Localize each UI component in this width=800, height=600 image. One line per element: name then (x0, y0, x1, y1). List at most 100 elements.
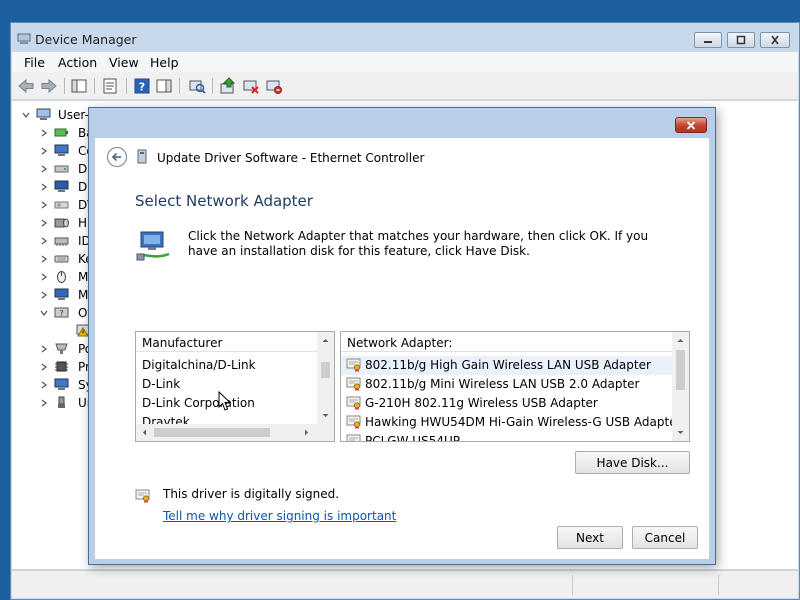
manufacturer-horizontal-scrollbar[interactable] (136, 424, 334, 441)
manufacturer-list[interactable]: Manufacturer Digitalchina/D-Link D-Link … (135, 331, 335, 442)
adapter-vertical-scrollbar[interactable] (672, 332, 689, 441)
usb-icon (58, 396, 65, 408)
chevron-right-icon[interactable] (40, 129, 48, 137)
battery-icon (54, 128, 68, 137)
back-arrow-icon[interactable] (17, 77, 35, 95)
menu-file[interactable]: File (24, 55, 45, 70)
close-button[interactable] (760, 32, 790, 48)
have-disk-button[interactable]: Have Disk... (575, 451, 690, 474)
chevron-down-icon[interactable] (22, 111, 30, 119)
chevron-right-icon[interactable] (40, 165, 48, 173)
certificate-icon (346, 415, 361, 429)
scroll-down-icon[interactable] (672, 424, 689, 441)
chevron-right-icon[interactable] (40, 255, 48, 263)
close-icon (771, 35, 779, 45)
update-driver-icon[interactable] (219, 77, 237, 95)
cancel-button[interactable]: Cancel (632, 526, 698, 549)
display-adapter-icon (54, 180, 69, 192)
certificate-icon (346, 396, 361, 410)
scroll-down-icon[interactable] (317, 407, 334, 424)
computer-icon (36, 108, 51, 120)
signed-status-text: This driver is digitally signed. (163, 487, 340, 501)
disable-device-icon[interactable] (242, 77, 260, 95)
monitor-icon (54, 288, 69, 300)
scrollbar-thumb[interactable] (154, 428, 270, 437)
scrollbar-thumb[interactable] (676, 350, 685, 390)
next-button[interactable]: Next (557, 526, 623, 549)
computer-icon (54, 144, 69, 156)
certificate-icon (346, 358, 361, 372)
chevron-right-icon[interactable] (40, 183, 48, 191)
list-item[interactable]: G-210H 802.11g Wireless USB Adapter (341, 394, 672, 413)
tree-item-ethernet-controller[interactable] (12, 322, 92, 340)
list-item[interactable]: PCLGW-US54UP (341, 432, 672, 441)
dialog-body: Update Driver Software - Ethernet Contro… (95, 138, 709, 559)
chevron-right-icon[interactable] (40, 201, 48, 209)
forward-arrow-icon[interactable] (40, 77, 58, 95)
menu-view[interactable]: View (109, 55, 139, 70)
menu-help[interactable]: Help (150, 55, 179, 70)
manufacturer-header: Manufacturer (136, 332, 317, 352)
device-manager-icon (17, 33, 31, 44)
dialog-title: Update Driver Software - Ethernet Contro… (157, 151, 425, 165)
chevron-right-icon[interactable] (40, 273, 48, 281)
scrollbar-thumb[interactable] (321, 362, 330, 378)
uninstall-device-icon[interactable] (265, 77, 283, 95)
system-devices-icon (54, 378, 69, 390)
scroll-up-icon[interactable] (672, 332, 689, 349)
dialog-close-button[interactable] (675, 117, 707, 133)
chevron-right-icon[interactable] (40, 345, 48, 353)
dvd-drive-icon (54, 201, 69, 209)
menu-bar: File Action View Help (12, 52, 798, 72)
network-adapter-icon (136, 231, 170, 261)
minimize-icon (704, 41, 712, 43)
status-bar (12, 570, 798, 598)
chevron-right-icon[interactable] (40, 147, 48, 155)
toolbar: ? (12, 72, 798, 100)
certificate-icon (135, 489, 150, 503)
chevron-right-icon[interactable] (40, 381, 48, 389)
chevron-right-icon[interactable] (40, 237, 48, 245)
list-item[interactable]: Digitalchina/D-Link (136, 356, 317, 375)
scroll-up-icon[interactable] (317, 332, 334, 349)
chevron-right-icon[interactable] (40, 291, 48, 299)
svg-text:?: ? (139, 81, 145, 94)
disk-drive-icon (54, 165, 69, 173)
page-heading: Select Network Adapter (135, 192, 313, 210)
chevron-down-icon[interactable] (40, 309, 48, 317)
processor-icon (55, 361, 68, 372)
window-title: Device Manager (35, 32, 137, 47)
chevron-right-icon[interactable] (40, 399, 48, 407)
driver-signing-link[interactable]: Tell me why driver signing is important (163, 509, 396, 523)
update-driver-dialog: Update Driver Software - Ethernet Contro… (88, 107, 716, 565)
mouse-icon (57, 271, 66, 283)
scan-hardware-icon[interactable] (188, 77, 206, 95)
manufacturer-vertical-scrollbar[interactable] (317, 332, 334, 424)
show-hide-tree-icon[interactable] (70, 77, 88, 95)
minimize-button[interactable] (694, 32, 722, 48)
back-arrow-button[interactable] (106, 146, 128, 168)
action-pane-icon[interactable] (155, 77, 173, 95)
keyboard-icon (54, 255, 69, 263)
network-adapter-list[interactable]: Network Adapter: 802.11b/g High Gain Wir… (340, 331, 690, 442)
help-icon[interactable]: ? (133, 77, 151, 95)
list-item[interactable]: 802.11b/g Mini Wireless LAN USB 2.0 Adap… (341, 375, 672, 394)
list-item[interactable]: 802.11b/g High Gain Wireless LAN USB Ada… (341, 356, 672, 375)
device-icon (137, 149, 147, 164)
network-adapter-header: Network Adapter: (341, 332, 672, 352)
maximize-button[interactable] (727, 32, 755, 48)
svg-text:?: ? (59, 309, 63, 318)
scroll-right-icon[interactable] (298, 424, 315, 441)
mouse-cursor-icon (218, 391, 231, 411)
certificate-icon (346, 377, 361, 391)
properties-icon[interactable] (101, 77, 119, 95)
human-interface-icon (54, 218, 69, 228)
chevron-right-icon[interactable] (40, 219, 48, 227)
chevron-right-icon[interactable] (40, 363, 48, 371)
scroll-left-icon[interactable] (136, 424, 153, 441)
title-bar[interactable]: Device Manager (11, 23, 799, 51)
certificate-icon (346, 434, 361, 441)
list-item[interactable]: Hawking HWU54DM Hi-Gain Wireless-G USB A… (341, 413, 682, 432)
other-devices-icon: ? (54, 307, 69, 318)
menu-action[interactable]: Action (58, 55, 97, 70)
